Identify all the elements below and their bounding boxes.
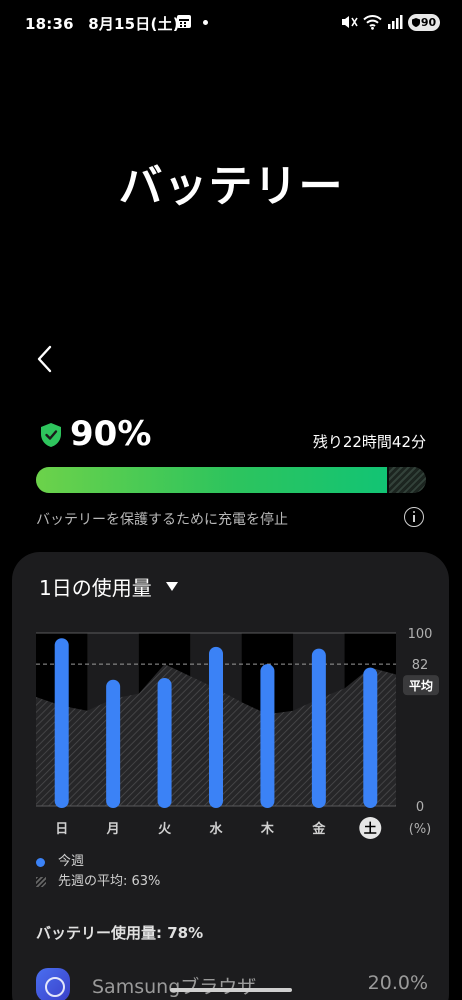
- battery-level-row: 90% 残り22時間42分: [36, 414, 428, 458]
- x-tick-label: 月: [106, 822, 120, 837]
- x-tick-label: 木: [260, 821, 275, 837]
- legend-dot-icon: [36, 858, 45, 867]
- bar-水: [209, 646, 223, 808]
- shield-check-icon: [41, 423, 61, 447]
- battery-shield-icon: [411, 17, 420, 27]
- bar-金: [311, 648, 326, 808]
- battery-level-fill: [36, 467, 387, 493]
- status-bar: 18:36 8月15日(土) 90: [0, 0, 462, 46]
- y-tick-label: 82: [412, 658, 429, 673]
- status-icons: 90: [340, 12, 440, 32]
- x-tick-label: 金: [311, 821, 326, 837]
- protection-row: バッテリーを保護するために充電を停止: [36, 507, 426, 529]
- status-date: 8月15日(土): [88, 15, 180, 33]
- legend-this-week-label: 今週: [58, 854, 85, 869]
- average-badge-label: 平均: [409, 678, 433, 693]
- samsung-browser-icon: [36, 968, 70, 1000]
- status-time: 18:36: [25, 15, 74, 33]
- x-tick-label: 土: [364, 821, 377, 837]
- battery-percent: 90%: [70, 414, 152, 454]
- bar-月: [106, 679, 121, 808]
- protection-message: バッテリーを保護するために充電を停止: [36, 512, 288, 528]
- remaining-time: 残り22時間42分: [312, 433, 426, 451]
- back-arrow-icon[interactable]: [30, 343, 60, 375]
- y-unit-label: (%): [409, 822, 432, 837]
- battery-protected-range: [387, 467, 426, 493]
- page-title: バッテリー: [118, 161, 344, 212]
- legend-hatch-icon: [36, 877, 46, 887]
- status-battery-level: 90: [420, 15, 437, 29]
- app-name: Samsungブラウザ: [92, 976, 257, 998]
- legend-last-week-label: 先週の平均: 63%: [58, 874, 161, 889]
- legend-this-week: 今週: [36, 852, 336, 872]
- bar-木: [260, 664, 275, 808]
- usage-card: 1日の使用量 100 82 0 平均 (%) 日月火水木金土 今週 先週の平均: 63% …: [12, 552, 449, 1000]
- status-battery: 90: [408, 13, 440, 31]
- app-percent: 20.0%: [367, 972, 428, 994]
- x-tick-label: 水: [209, 821, 223, 837]
- usage-chart: 100 82 0 平均 (%) 日 月 火 水 木 金 土: [36, 627, 439, 839]
- wifi-icon: [363, 15, 382, 30]
- x-tick-label: 日: [55, 822, 68, 837]
- legend-last-week: 先週の平均: 63%: [36, 872, 336, 892]
- y-tick-label: 100: [408, 627, 433, 642]
- battery-usage-title: バッテリー使用量: 78%: [36, 924, 204, 942]
- bar-日: [54, 638, 69, 808]
- y-tick-label: 0: [416, 800, 424, 815]
- bar-土: [363, 667, 378, 808]
- x-tick-label: 火: [158, 822, 172, 837]
- navigation-handle[interactable]: [170, 988, 292, 992]
- status-time-date: 18:36 8月15日(土): [25, 13, 180, 34]
- chart-legend: 今週 先週の平均: 63%: [36, 852, 336, 892]
- notification-dot-icon: [203, 20, 208, 25]
- mute-icon: [342, 16, 358, 28]
- signal-icon: [388, 15, 403, 29]
- info-icon[interactable]: [404, 507, 424, 527]
- app-usage-row[interactable]: Samsungブラウザ 20.0%: [36, 964, 428, 1000]
- battery-level-bar: [36, 467, 426, 493]
- calendar-icon: [177, 15, 191, 28]
- bar-火: [157, 677, 172, 808]
